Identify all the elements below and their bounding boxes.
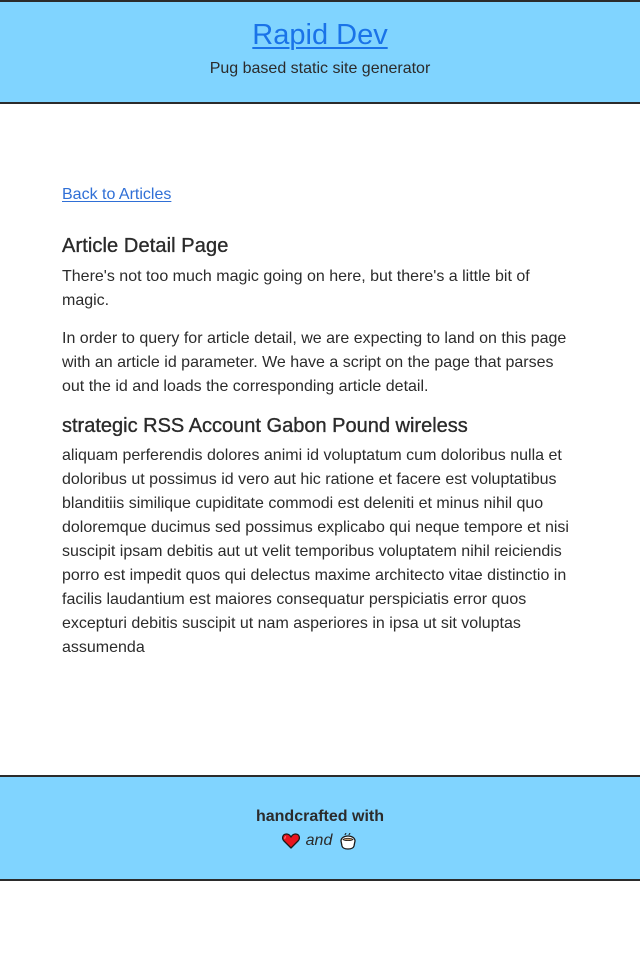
back-to-articles-link[interactable]: Back to Articles: [62, 184, 171, 206]
intro-paragraph: In order to query for article detail, we…: [62, 330, 567, 395]
footer-handcrafted-text: handcrafted with: [255, 808, 384, 825]
article-body: aliquam perferendis dolores animi id vol…: [62, 447, 569, 656]
intro-paragraph: There's not too much magic going on here…: [62, 268, 530, 309]
page-heading: Article Detail Page: [62, 235, 229, 257]
site-header: Rapid Dev Pug based static site generato…: [0, 0, 640, 104]
site-title-link[interactable]: Rapid Dev: [252, 19, 387, 52]
footer-and-text: and: [305, 832, 333, 849]
coffee-icon: [338, 832, 358, 850]
article-title: strategic RSS Account Gabon Pound wirele…: [62, 415, 468, 437]
main-content: Back to Articles Article Detail Page The…: [62, 184, 578, 674]
footer-icons-row: and: [0, 830, 640, 852]
heart-icon: [281, 833, 300, 849]
site-footer: handcrafted with and: [0, 775, 640, 881]
site-tagline: Pug based static site generator: [209, 60, 431, 77]
